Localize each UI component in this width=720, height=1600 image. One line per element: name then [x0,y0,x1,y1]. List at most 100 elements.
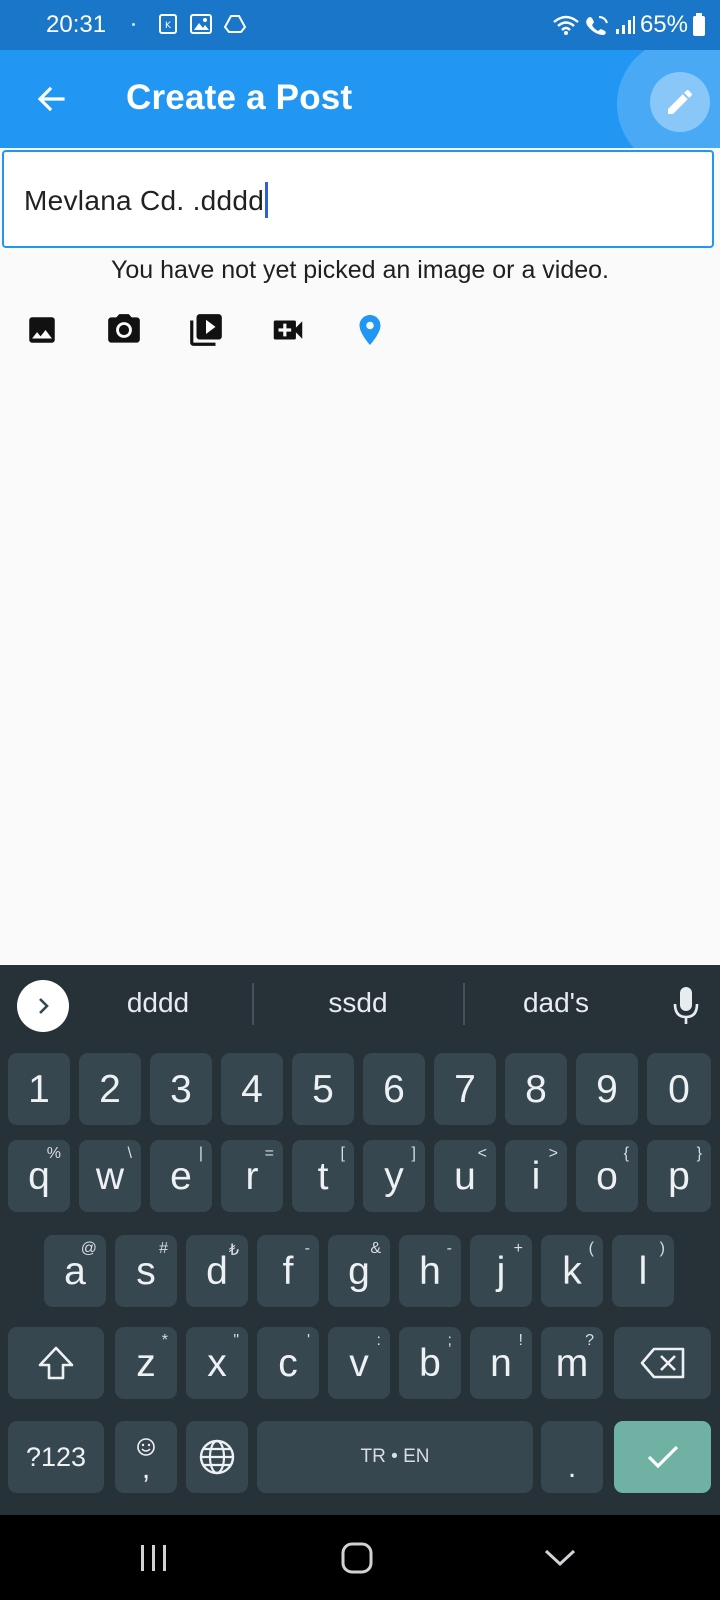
backspace-icon [640,1347,684,1379]
key-label: o [596,1154,618,1198]
key-6[interactable]: 6 [363,1053,425,1125]
status-time: 20:31 [46,11,107,38]
key-hint: ; [447,1332,452,1349]
pick-image-button[interactable] [22,310,62,350]
edit-button[interactable] [650,72,710,132]
key-o[interactable]: {o [576,1140,638,1212]
symbols-key[interactable]: ?123 [8,1421,104,1493]
key-g[interactable]: & g [328,1235,390,1307]
comma-key[interactable]: , [115,1421,177,1493]
key-f[interactable]: -f [257,1235,319,1307]
key-hint: { [623,1145,629,1162]
key-r[interactable]: = r [221,1140,283,1212]
key-w[interactable]: \ w [79,1140,141,1212]
backspace-key[interactable] [614,1327,711,1399]
key-1[interactable]: 1 [8,1053,70,1125]
key-label: 6 [383,1067,405,1111]
shift-icon [38,1346,74,1380]
key-hint: % [46,1145,61,1162]
key-9[interactable]: 9 [576,1053,638,1125]
key-s[interactable]: # s [115,1235,177,1307]
key-7[interactable]: 7 [434,1053,496,1125]
space-key[interactable]: TR • EN [257,1421,533,1493]
microphone-icon [673,987,699,1024]
key-y[interactable]: ] y [363,1140,425,1212]
done-key[interactable] [614,1421,711,1493]
key-2[interactable]: 2 [79,1053,141,1125]
location-pin-icon [359,315,381,345]
home-icon [341,1542,373,1574]
record-video-button[interactable] [268,310,308,350]
key-0[interactable]: 0 [647,1053,711,1125]
key-p[interactable]: } p [647,1140,711,1212]
key-t[interactable]: [t [292,1140,354,1212]
key-x[interactable]: " x [186,1327,248,1399]
key-u[interactable]: < u [434,1140,496,1212]
key-a[interactable]: @ a [44,1235,106,1307]
arrow-back-icon [37,86,65,112]
back-button[interactable] [26,74,76,124]
key-hint: = [264,1145,274,1162]
key-e[interactable]: | e [150,1140,212,1212]
key-n[interactable]: ! n [470,1327,532,1399]
suggestion-3[interactable]: dad's [466,987,646,1019]
svg-text:K: K [165,21,172,31]
suggestion-1[interactable]: dddd [68,987,248,1019]
key-8[interactable]: 8 [505,1053,567,1125]
period-key[interactable]: . [541,1421,603,1493]
post-text-value: Mevlana Cd. .dddd [24,182,269,218]
key-label: v [349,1341,369,1385]
key-label: p [668,1154,690,1198]
signal-icon [615,16,635,34]
key-k[interactable]: (k [541,1235,603,1307]
key-hint: ( [588,1240,594,1257]
post-text-field[interactable]: Mevlana Cd. .dddd [2,150,714,248]
suggestion-2[interactable]: ssdd [268,987,448,1019]
key-v[interactable]: :v [328,1327,390,1399]
key-4[interactable]: 4 [221,1053,283,1125]
voice-input-button[interactable] [666,983,706,1029]
key-3[interactable]: 3 [150,1053,212,1125]
key-l[interactable]: ) l [612,1235,674,1307]
period-label: . [567,1451,577,1484]
wifi-icon [553,15,579,35]
key-j[interactable]: + j [470,1235,532,1307]
key-z[interactable]: * z [115,1327,177,1399]
key-label: d [206,1249,228,1293]
key-label: s [136,1249,156,1293]
take-photo-button[interactable] [104,310,144,350]
recent-apps-button[interactable] [124,1535,184,1581]
key-label: 4 [241,1067,263,1111]
key-i[interactable]: > i [505,1140,567,1212]
media-status-message: You have not yet picked an image or a vi… [110,256,610,284]
key-c[interactable]: ' c [257,1327,319,1399]
chevron-down-icon [544,1549,576,1567]
shift-key[interactable] [8,1327,104,1399]
keyboard-expand-button[interactable] [17,980,69,1032]
gallery-icon [190,14,212,34]
key-hint: > [548,1145,558,1162]
k-app-icon: K [159,14,177,34]
post-text-content: Mevlana Cd. .dddd [24,185,265,216]
key-b[interactable]: ; b [399,1327,461,1399]
language-key[interactable] [186,1421,248,1493]
pick-video-button[interactable] [186,310,226,350]
back-nav-button[interactable] [530,1535,590,1581]
key-hint: \ [127,1145,132,1162]
key-m[interactable]: ? m [541,1327,603,1399]
home-button[interactable] [327,1535,387,1581]
wifi-calling-icon [586,16,608,35]
suggestion-bar: dddd ssdd dad's [0,965,720,1047]
comma-label: , [141,1452,151,1485]
key-label: z [136,1341,156,1385]
key-hint: ' [306,1332,310,1349]
key-5[interactable]: 5 [292,1053,354,1125]
key-q[interactable]: % q [8,1140,70,1212]
key-hint: # [159,1240,168,1257]
globe-icon [199,1439,235,1475]
camera-icon [108,314,140,343]
recent-apps-icon [141,1545,166,1571]
key-h[interactable]: -h [399,1235,461,1307]
add-location-button[interactable] [350,310,390,350]
key-d[interactable]: ₺ d [186,1235,248,1307]
